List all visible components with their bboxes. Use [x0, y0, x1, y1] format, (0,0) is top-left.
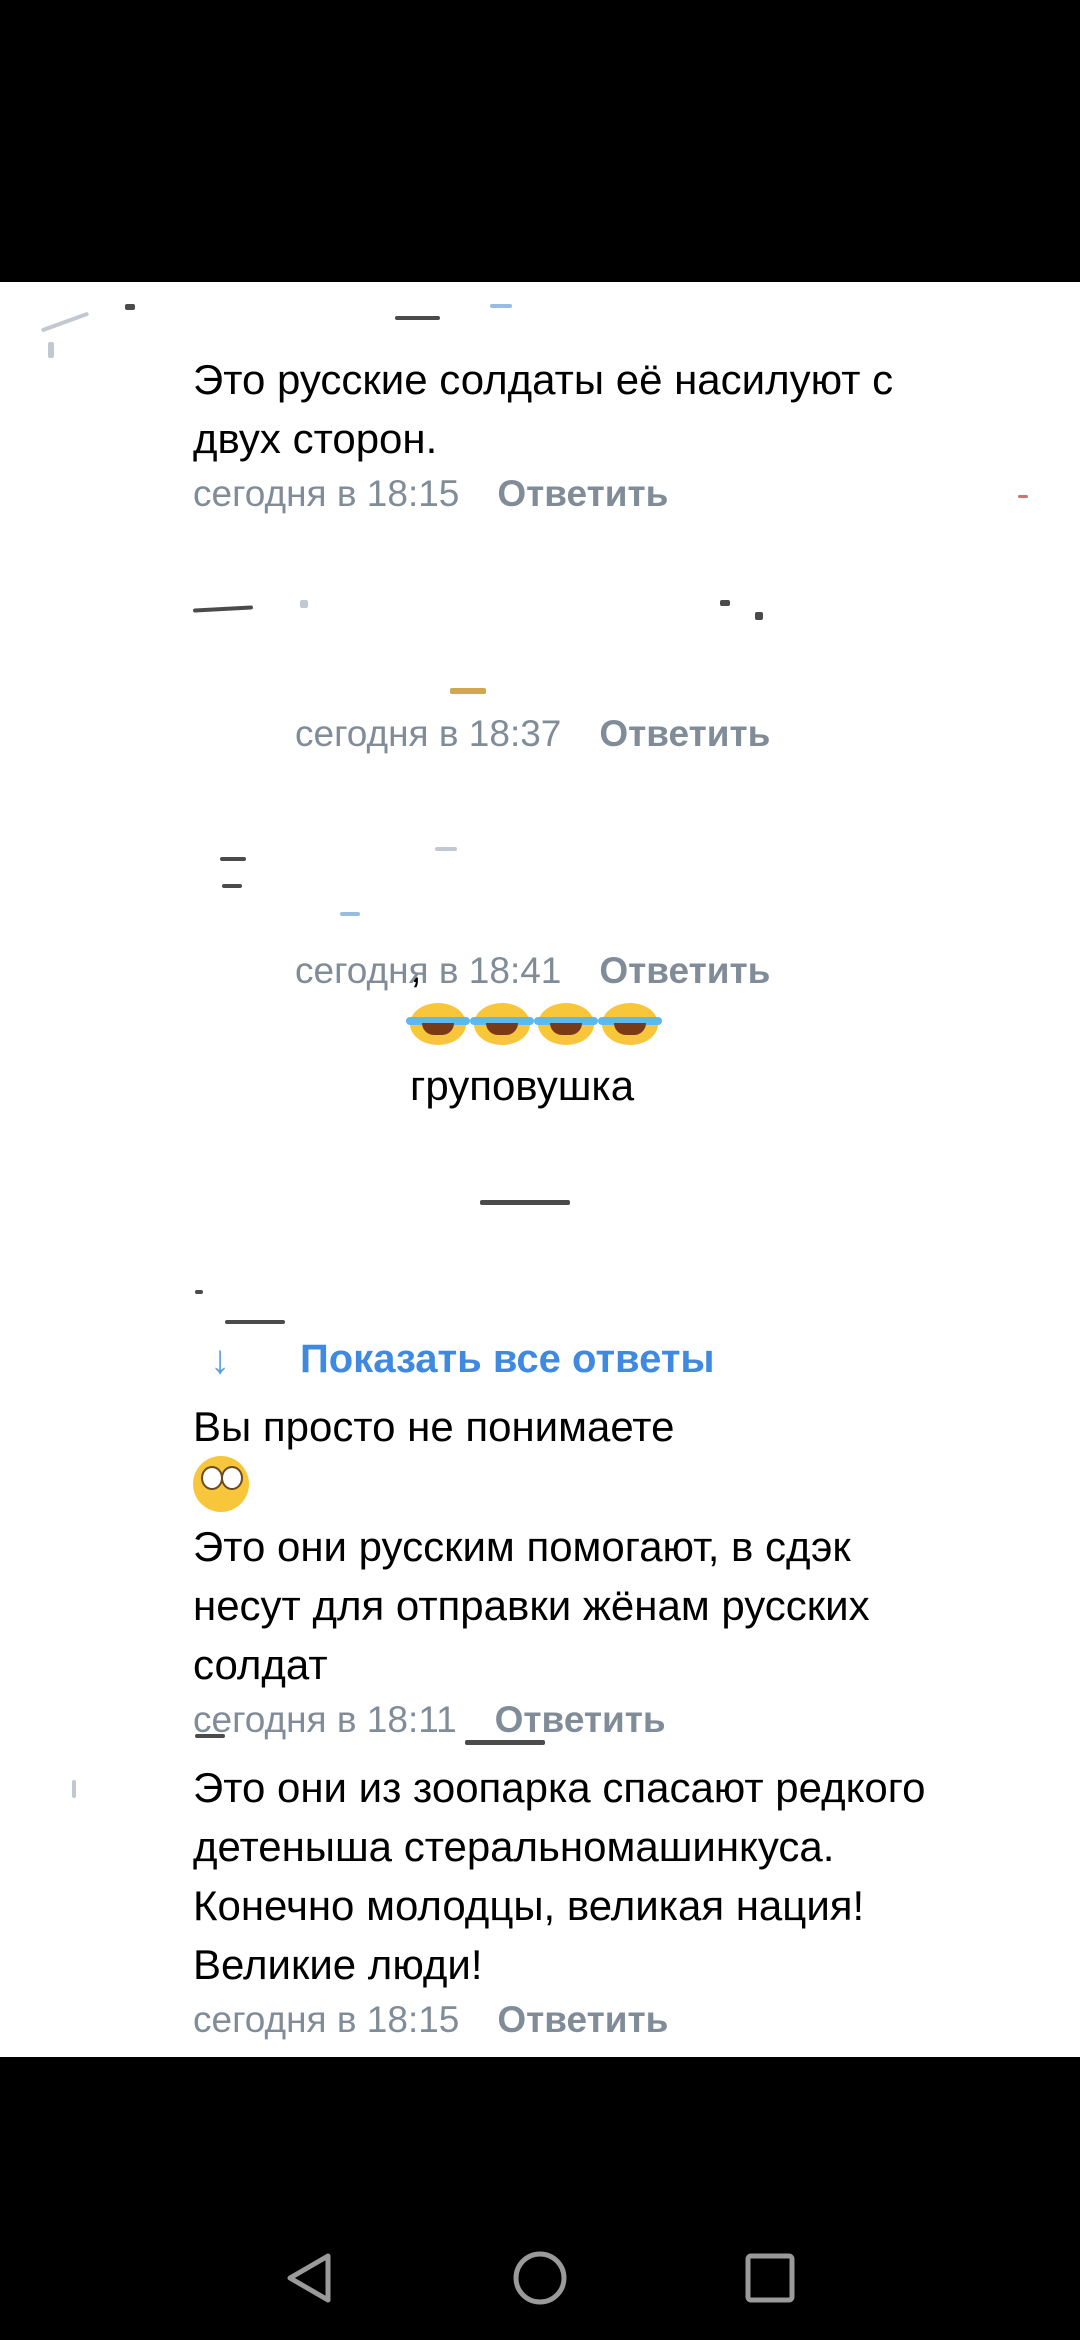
- obscured-author-name: [755, 612, 763, 620]
- recents-square-icon[interactable]: [740, 2248, 800, 2308]
- comment-text-suffix: груповушка: [410, 1062, 635, 1109]
- laughing-emoji-icon: [534, 1003, 598, 1045]
- comment-time: сегодня в 18:11: [193, 1699, 457, 1740]
- laughing-emoji-icon: [406, 1003, 470, 1045]
- obscured-author-name: [465, 1740, 545, 1745]
- obscured-author-name: [435, 847, 457, 851]
- obscured-avatar: [48, 342, 54, 358]
- obscured-author-name: [480, 1200, 570, 1205]
- reply-button[interactable]: Ответить: [599, 949, 770, 993]
- comment: сегодня в 18:41 Ответить: [295, 949, 1055, 993]
- obscured-emoji: [450, 688, 486, 694]
- comment-meta: сегодня в 18:15 Ответить: [193, 1998, 1053, 2042]
- obscured-author-name: [340, 912, 360, 916]
- comment-text: Это они русским помогают, в сдэк несут д…: [193, 1523, 870, 1688]
- comment-meta: сегодня в 18:11 Ответить: [193, 1698, 1053, 1742]
- comment-meta: сегодня в 18:37 Ответить: [295, 712, 1055, 756]
- comment-text: , груповушка: [406, 879, 1060, 1115]
- obscured-author-name: [222, 884, 242, 888]
- laughing-emoji-icon: [598, 1003, 662, 1045]
- comment: Это они из зоопарка спасают редкого дете…: [193, 1758, 1053, 2042]
- reply-button[interactable]: Ответить: [497, 472, 668, 516]
- comment-time: сегодня в 18:37: [295, 713, 562, 754]
- obscured-author-name: [490, 304, 512, 308]
- comment-time: сегодня в 18:15: [193, 1999, 460, 2040]
- obscured-author-name: [125, 304, 135, 310]
- comment-time: сегодня в 18:15: [193, 473, 460, 514]
- comment: , груповушка: [406, 879, 1060, 1115]
- obscured-mark: [1018, 495, 1028, 498]
- home-circle-icon[interactable]: [510, 2248, 570, 2308]
- back-triangle-icon[interactable]: [280, 2248, 340, 2308]
- obscured-avatar: [72, 1780, 76, 1798]
- comment-text: Это русские солдаты её насилуют с двух с…: [193, 356, 894, 462]
- screen: Это русские солдаты её насилуют с двух с…: [0, 0, 1080, 2340]
- comment-time: сегодня в 18:41: [295, 950, 562, 991]
- comment-meta: сегодня в 18:15 Ответить: [193, 472, 1053, 516]
- comments-thread: Это русские солдаты её насилуют с двух с…: [0, 282, 1080, 2057]
- comment-meta: сегодня в 18:41 Ответить: [295, 949, 1055, 993]
- reply-button[interactable]: Ответить: [599, 712, 770, 756]
- obscured-author-name: [720, 600, 730, 606]
- comment: сегодня в 18:37 Ответить: [295, 712, 1055, 756]
- reply-button[interactable]: Ответить: [497, 1998, 668, 2042]
- obscured-author-name: [40, 311, 90, 333]
- obscured-author-name: [195, 1290, 203, 1294]
- reply-button[interactable]: Ответить: [495, 1698, 666, 1742]
- obscured-author-name: [395, 316, 440, 320]
- obscured-author-name: [195, 1734, 225, 1738]
- comment: Вы просто не понимаете Это они русским п…: [193, 1338, 1053, 1742]
- comment-text: Это они из зоопарка спасают редкого дете…: [193, 1764, 926, 1988]
- eye-roll-emoji-icon: [193, 1456, 249, 1512]
- obscured-author-name: [225, 1320, 285, 1324]
- obscured-author-name: [192, 605, 254, 613]
- obscured-author-name: [300, 600, 308, 608]
- status-bar-area: [0, 0, 1080, 282]
- comment-text: Вы просто не понимаете: [193, 1338, 1053, 1517]
- obscured-author-name: [220, 857, 246, 861]
- comment: Это русские солдаты её насилуют с двух с…: [193, 350, 1053, 516]
- laughing-emoji-icon: [470, 1003, 534, 1045]
- comment-first-line: Вы просто не понимаете: [193, 1403, 675, 1450]
